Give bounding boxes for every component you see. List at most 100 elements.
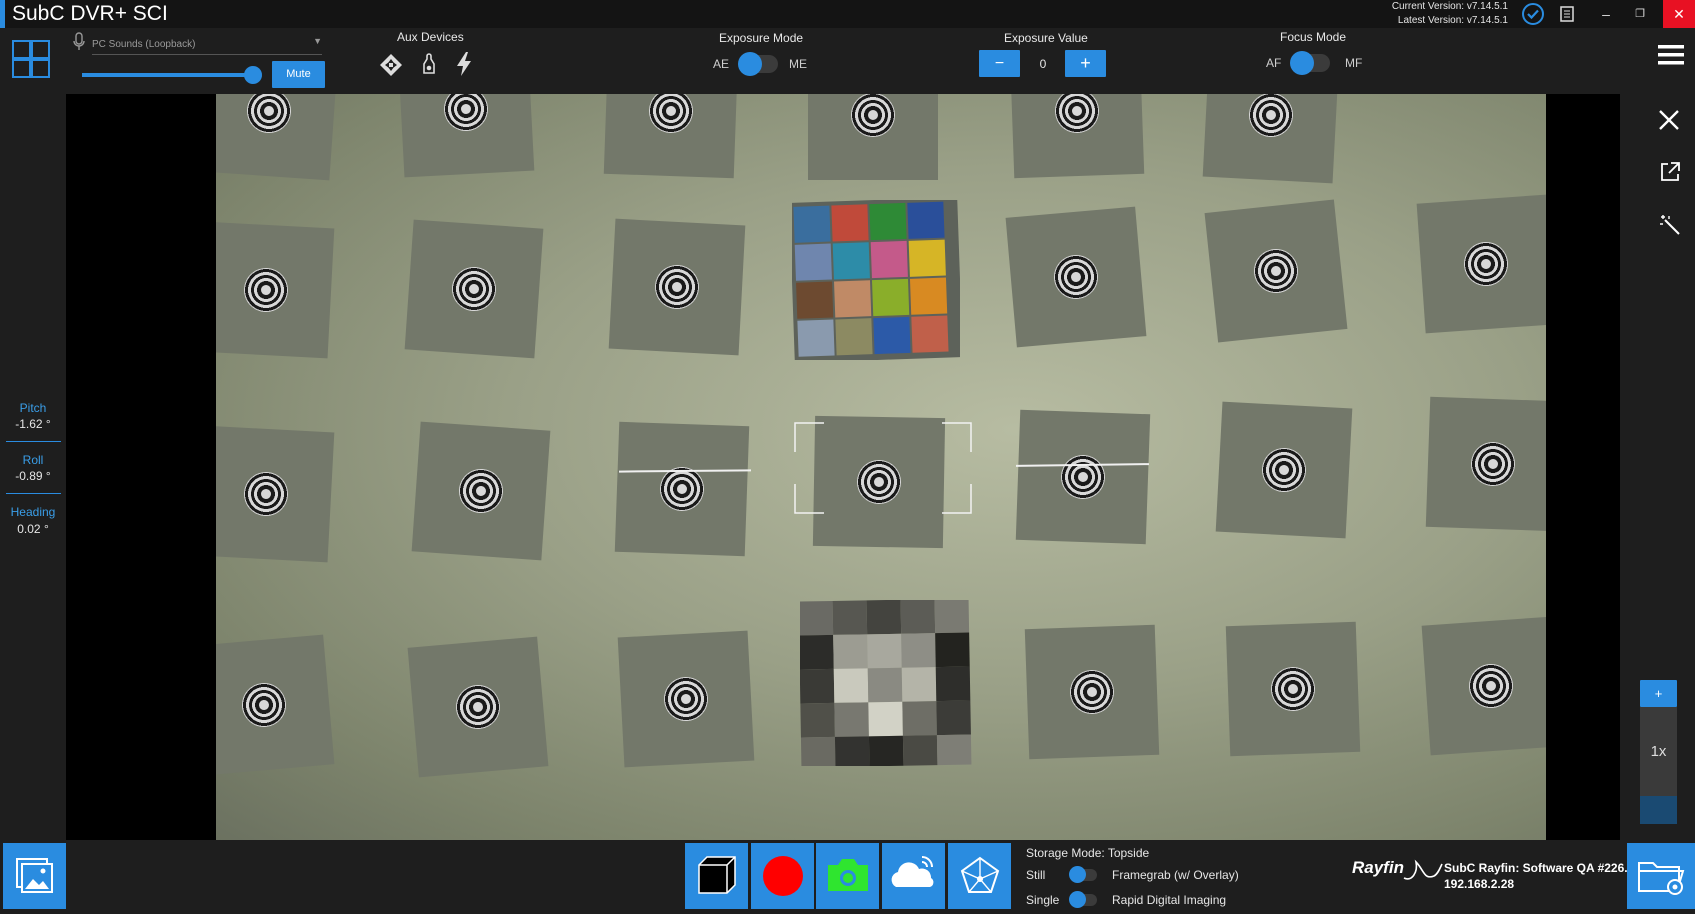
calibration-target [1204, 199, 1348, 343]
close-button[interactable]: ✕ [1663, 0, 1695, 28]
calibration-target [1202, 94, 1340, 184]
calibration-target [614, 421, 750, 557]
roll-value: -0.89 ° [15, 469, 51, 483]
calibration-target [1024, 624, 1160, 760]
cloud-wifi-icon [891, 856, 934, 887]
calibration-target [397, 94, 535, 178]
focus-mode-toggle[interactable] [1290, 51, 1330, 75]
camera-video-feed[interactable] [216, 94, 1546, 840]
calibration-target [216, 221, 335, 359]
popout-icon[interactable] [1659, 161, 1681, 183]
magic-wand-icon[interactable] [1659, 214, 1681, 236]
minimize-button[interactable]: – [1590, 0, 1622, 28]
heading-value: 0.02 ° [17, 522, 49, 536]
calibration-target [411, 421, 551, 561]
record-button[interactable] [751, 843, 814, 909]
folder-gear-icon [1638, 862, 1685, 895]
rdi-label: Rapid Digital Imaging [1112, 893, 1227, 907]
telemetry-divider [6, 493, 61, 494]
aux-lamp-icon[interactable] [419, 52, 439, 76]
exposure-value: 0 [1039, 57, 1047, 71]
calibration-target [1005, 206, 1147, 348]
3d-model-button[interactable] [685, 843, 748, 909]
cube-icon [698, 856, 736, 894]
calibration-target [1416, 194, 1546, 334]
rayfin-logo: Rayfin [1352, 858, 1404, 877]
camera-icon [828, 859, 868, 891]
calibration-target [617, 630, 755, 768]
still-framegrab-toggle[interactable] [1069, 866, 1097, 883]
network-button[interactable] [948, 843, 1011, 909]
toggle-knob [1069, 891, 1086, 908]
aux-direction-icon[interactable] [379, 53, 403, 77]
grayscale-chart [800, 600, 972, 766]
calibration-target [216, 425, 335, 563]
rayfin-logo-swoosh-icon [1403, 859, 1443, 880]
mute-button[interactable]: Mute [272, 61, 325, 88]
zoom-in-button[interactable]: + [1640, 680, 1677, 707]
pitch-value: -1.62 ° [15, 417, 51, 431]
chevron-down-icon: ▼ [313, 36, 322, 46]
volume-slider-handle[interactable] [244, 66, 262, 84]
exposure-value-label: Exposure Value [1004, 31, 1088, 45]
cloud-upload-button[interactable] [882, 843, 945, 909]
app-title: SubC DVR+ SCI [12, 2, 168, 25]
color-checker-chart [792, 200, 960, 360]
exposure-mode-toggle[interactable] [738, 52, 778, 76]
focus-area-brackets [794, 422, 972, 514]
hamburger-menu-icon[interactable] [1658, 44, 1684, 66]
zoom-level: 1x [1640, 707, 1677, 796]
title-accent [0, 0, 5, 28]
microphone-icon [72, 32, 86, 52]
volume-slider[interactable] [82, 66, 262, 84]
record-icon [763, 856, 803, 896]
device-name: SubC Rayfin: Software QA #226... [1444, 861, 1635, 875]
close-video-icon[interactable] [1658, 109, 1680, 131]
exposure-increase-button[interactable]: + [1065, 50, 1106, 77]
single-label: Single [1026, 893, 1060, 907]
calibration-target [216, 634, 335, 776]
exposure-mode-label: Exposure Mode [719, 31, 804, 45]
restore-button[interactable]: ❐ [1624, 0, 1656, 28]
calibration-target [407, 636, 549, 778]
calibration-target [1421, 616, 1546, 756]
roll-label: Roll [22, 453, 44, 467]
current-version: Current Version: v7.14.5.1 [1391, 1, 1508, 12]
audio-source-select[interactable]: PC Sounds (Loopback) ▼ [92, 34, 322, 55]
version-check-icon[interactable] [1521, 2, 1545, 26]
calibration-target [1225, 621, 1361, 757]
exposure-mode-ae: AE [713, 57, 730, 71]
telemetry-panel [0, 94, 66, 840]
single-rdi-toggle[interactable] [1069, 891, 1097, 908]
toggle-knob [738, 52, 762, 76]
calibration-target [404, 219, 544, 359]
aux-devices-label: Aux Devices [397, 30, 464, 44]
layout-grid-icon[interactable] [12, 40, 50, 78]
exposure-mode-me: ME [789, 57, 807, 71]
calibration-target [608, 218, 746, 356]
focus-mode-mf: MF [1345, 56, 1363, 70]
calibration-target [1009, 94, 1145, 179]
calibration-target [808, 94, 938, 180]
calibration-target [216, 94, 339, 181]
toggle-knob [1290, 51, 1314, 75]
pentagon-network-icon [960, 856, 1000, 893]
calibration-target [603, 94, 739, 179]
device-ip: 192.168.2.28 [1444, 877, 1515, 891]
zoom-out-button[interactable] [1640, 796, 1677, 824]
snapshot-button[interactable] [816, 843, 879, 909]
volume-slider-fill [82, 73, 253, 77]
aux-flash-icon[interactable] [455, 51, 473, 77]
exposure-decrease-button[interactable]: − [979, 50, 1020, 77]
focus-mode-label: Focus Mode [1280, 30, 1347, 44]
calibration-target [1425, 396, 1546, 532]
latest-version: Latest Version: v7.14.5.1 [1397, 15, 1508, 26]
still-label: Still [1026, 868, 1046, 882]
notes-icon[interactable] [1558, 5, 1576, 23]
pitch-label: Pitch [19, 401, 47, 415]
calibration-target [1215, 401, 1353, 539]
heading-label: Heading [10, 505, 56, 519]
file-settings-button[interactable] [1627, 843, 1695, 909]
focus-mode-af: AF [1266, 56, 1282, 70]
gallery-button[interactable] [3, 843, 66, 909]
